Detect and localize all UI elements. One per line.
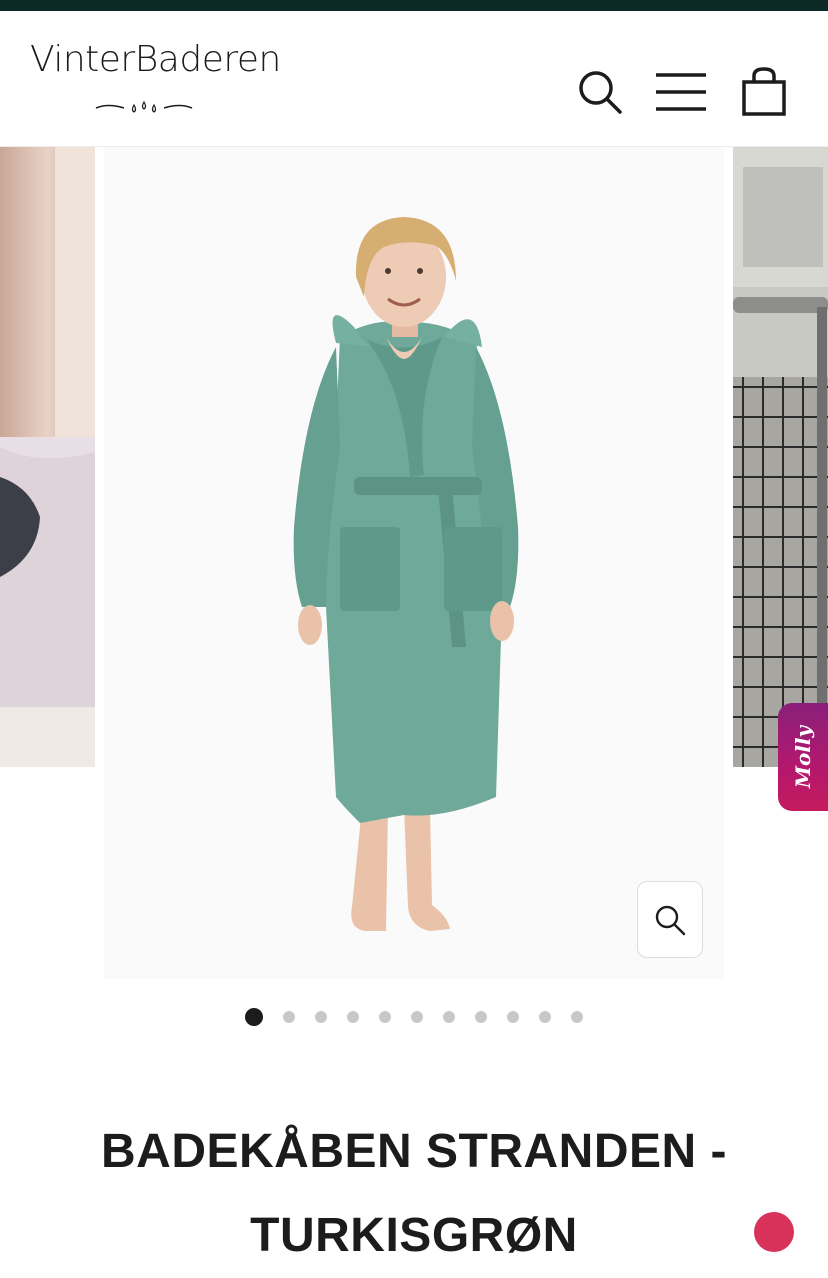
shopping-bag-icon xyxy=(742,67,786,116)
pagination-dot[interactable] xyxy=(475,1011,487,1023)
molly-label: Molly xyxy=(791,725,816,789)
molly-chat-widget-tab[interactable]: Molly xyxy=(778,703,828,811)
pagination-dot[interactable] xyxy=(507,1011,519,1023)
hamburger-menu-icon xyxy=(656,73,706,111)
brand-logo[interactable]: VinterBaderen xyxy=(30,39,281,129)
search-button[interactable] xyxy=(571,63,629,121)
top-strip xyxy=(0,0,828,11)
zoom-button[interactable] xyxy=(637,881,703,958)
product-title: BADEKÅBEN STRANDEN - TURKISGRØN xyxy=(0,1110,828,1278)
logo-text: VinterBaderen xyxy=(30,39,281,80)
site-header: VinterBaderen xyxy=(0,11,828,146)
next-slide-image[interactable] xyxy=(733,147,828,767)
product-title-line-1: BADEKÅBEN STRANDEN - xyxy=(100,1125,727,1179)
product-title-line-2: TURKISGRØN xyxy=(250,1209,578,1263)
menu-button[interactable] xyxy=(652,63,710,121)
magnifier-zoom-icon xyxy=(655,905,686,935)
cart-button[interactable] xyxy=(735,63,793,121)
pagination-dot[interactable] xyxy=(571,1011,583,1023)
pagination-dot[interactable] xyxy=(315,1011,327,1023)
pagination-dot[interactable] xyxy=(379,1011,391,1023)
search-icon xyxy=(579,71,622,114)
carousel-pagination xyxy=(0,1006,828,1028)
fence-photo xyxy=(733,147,828,767)
previous-slide-image[interactable] xyxy=(0,147,95,767)
pagination-dot[interactable] xyxy=(411,1011,423,1023)
pagination-dot[interactable] xyxy=(347,1011,359,1023)
pagination-dot[interactable] xyxy=(283,1011,295,1023)
current-slide-image[interactable] xyxy=(104,147,724,979)
pagination-dot[interactable] xyxy=(539,1011,551,1023)
woman-in-bathrobe-photo xyxy=(104,147,724,979)
floating-badge[interactable] xyxy=(754,1212,794,1252)
pagination-dot[interactable] xyxy=(443,1011,455,1023)
product-image-carousel[interactable] xyxy=(0,147,828,992)
pagination-dot[interactable] xyxy=(245,1008,263,1026)
bedroom-photo xyxy=(0,147,95,767)
water-drops-ornament-icon xyxy=(95,100,193,113)
